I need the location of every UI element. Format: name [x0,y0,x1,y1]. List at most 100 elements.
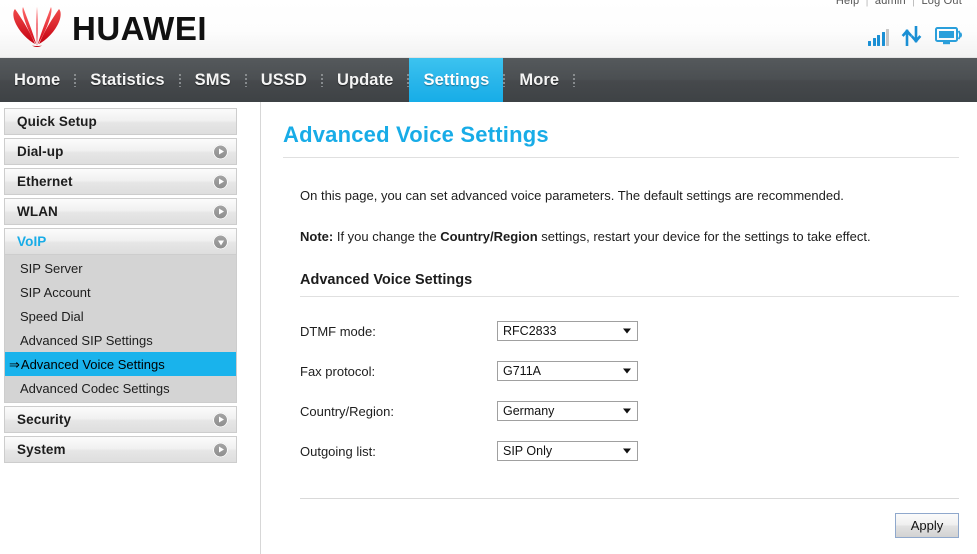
sidebar-submenu-voip: ⇒ SIP Server ⇒ SIP Account ⇒ Speed Dial … [4,255,237,403]
sidebar-item-sip-server[interactable]: ⇒ SIP Server [5,256,236,280]
sidebar-item-label: Advanced Codec Settings [20,380,170,396]
brand-name: HUAWEI [72,9,207,47]
brand-logo: HUAWEI [10,4,207,52]
sidebar-item-voip[interactable]: VoIP [4,228,237,255]
nav-item-update[interactable]: Update [323,58,408,102]
fax-protocol-select[interactable]: G711A [497,361,638,381]
sidebar-item-sip-account[interactable]: ⇒ SIP Account [5,280,236,304]
sidebar-item-label: Ethernet [17,174,73,189]
apply-button[interactable]: Apply [895,513,959,538]
form-actions: Apply [283,499,959,538]
logout-link[interactable]: Log Out [920,0,963,7]
note-text-part-2: settings, restart your device for the se… [537,229,871,244]
sidebar-group-system: System [4,436,237,463]
chevron-right-icon[interactable] [213,412,228,427]
main-navigation: Home Statistics SMS USSD Update Settings… [0,58,977,102]
sidebar-item-advanced-sip-settings[interactable]: ⇒ Advanced SIP Settings [5,328,236,352]
country-region-value: Germany [503,404,555,418]
sidebar-item-wlan[interactable]: WLAN [4,198,237,225]
nav-item-sms[interactable]: SMS [181,58,245,102]
nav-item-ussd[interactable]: USSD [247,58,321,102]
sidebar: Quick Setup Dial-up Ethernet WLAN VoIP S… [0,102,261,554]
outgoing-list-select[interactable]: SIP Only [497,441,638,461]
sidebar-group-ethernet: Ethernet [4,168,237,195]
page-note: Note: If you change the Country/Region s… [300,229,959,244]
page-description: On this page, you can set advanced voice… [300,188,844,203]
nav-item-statistics[interactable]: Statistics [76,58,178,102]
sidebar-item-label: WLAN [17,204,58,219]
sidebar-item-speed-dial[interactable]: ⇒ Speed Dial [5,304,236,328]
sidebar-item-system[interactable]: System [4,436,237,463]
nav-separator [244,73,247,87]
nav-separator [573,73,576,87]
sidebar-item-label: Dial-up [17,144,64,159]
sidebar-item-advanced-voice-settings[interactable]: ⇒ Advanced Voice Settings [5,352,236,376]
form-row-outgoing-list: Outgoing list: SIP Only [300,431,959,471]
nav-separator [178,73,181,87]
nav-separator [74,73,77,87]
sidebar-item-security[interactable]: Security [4,406,237,433]
page-title: Advanced Voice Settings [283,122,549,147]
sidebar-item-ethernet[interactable]: Ethernet [4,168,237,195]
note-text-part-1: If you change the [333,229,441,244]
sidebar-item-quick-setup[interactable]: Quick Setup [4,108,237,135]
page-body: Quick Setup Dial-up Ethernet WLAN VoIP S… [0,102,977,554]
sidebar-item-advanced-codec-settings[interactable]: ⇒ Advanced Codec Settings [5,376,236,400]
nav-item-more[interactable]: More [505,58,573,102]
fax-protocol-value: G711A [503,364,541,378]
data-transfer-icon [901,26,922,46]
top-links-separator-1: | [865,0,869,7]
chevron-down-icon [623,368,631,374]
sidebar-group-quick-setup: Quick Setup [4,108,237,135]
note-label: Note: [300,229,334,244]
chevron-right-icon[interactable] [213,144,228,159]
chevron-down-icon[interactable] [213,234,228,249]
sidebar-item-label: SIP Account [20,284,91,300]
country-region-select[interactable]: Germany [497,401,638,421]
sidebar-item-dial-up[interactable]: Dial-up [4,138,237,165]
sidebar-group-security: Security [4,406,237,433]
dtmf-mode-select[interactable]: RFC2833 [497,321,638,341]
sidebar-group-wlan: WLAN [4,198,237,225]
sidebar-item-label: SIP Server [20,260,83,276]
nav-item-home[interactable]: Home [0,58,74,102]
nav-separator [407,73,410,87]
chevron-right-icon[interactable] [213,442,228,457]
form-row-country-region: Country/Region: Germany [300,391,959,431]
outgoing-list-value: SIP Only [503,444,553,458]
chevron-right-icon[interactable] [213,204,228,219]
country-region-label: Country/Region: [300,403,394,419]
sidebar-item-label: System [17,442,66,457]
huawei-flower-icon [13,6,61,47]
note-emphasis: Country/Region [440,229,538,244]
section-title: Advanced Voice Settings [300,272,473,288]
sidebar-menu: Quick Setup Dial-up Ethernet WLAN VoIP S… [4,108,237,463]
top-links-separator-2: | [912,0,916,7]
sidebar-group-voip: VoIP ⇒ SIP Server ⇒ SIP Account ⇒ Speed … [4,228,237,403]
nav-item-settings[interactable]: Settings [409,58,504,102]
sidebar-item-label: Advanced Voice Settings [20,356,165,372]
current-user-label: admin [874,0,906,7]
fax-protocol-label: Fax protocol: [300,363,376,379]
sidebar-item-label: Security [17,412,72,427]
header-account-links: Help | admin | Log Out [835,0,963,7]
sidebar-item-label: Speed Dial [20,308,84,324]
wifi-monitor-icon [935,27,962,45]
nav-separator [503,73,506,87]
form-row-fax-protocol: Fax protocol: G711A [300,351,959,391]
sidebar-group-dial-up: Dial-up [4,138,237,165]
dtmf-mode-label: DTMF mode: [300,323,376,339]
sidebar-item-label: Advanced SIP Settings [20,332,153,348]
selected-arrow-icon: ⇒ [9,356,20,372]
signal-strength-icon [868,29,889,46]
nav-separator [320,73,323,87]
help-link[interactable]: Help [835,0,860,7]
chevron-down-icon [623,328,631,334]
sidebar-item-label: VoIP [17,234,47,249]
chevron-right-icon[interactable] [213,174,228,189]
outgoing-list-label: Outgoing list: [300,443,376,459]
advanced-voice-settings-form: DTMF mode: RFC2833 Fax protocol: G711A C… [300,311,959,471]
main-content: Advanced Voice Settings On this page, yo… [261,102,977,554]
chevron-down-icon [623,408,631,414]
status-icon-group [868,22,965,46]
